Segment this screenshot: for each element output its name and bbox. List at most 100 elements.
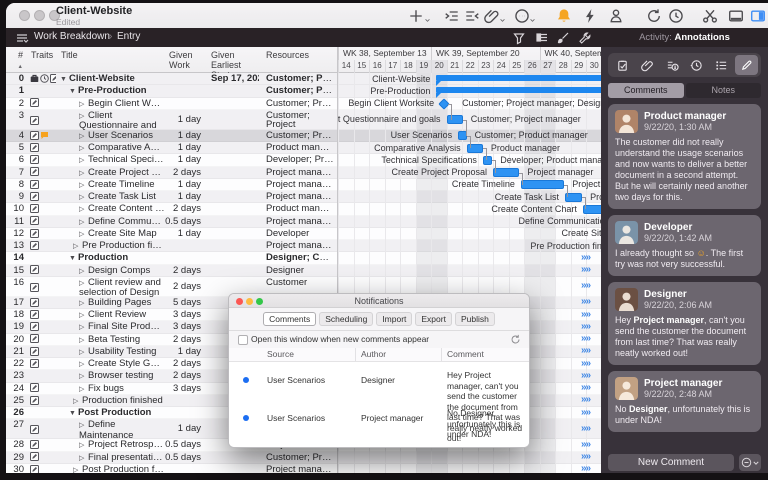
gantt-header: WK 38, September 13WK 39, September 20WK… — [338, 47, 601, 73]
offscreen-bar-marker[interactable]: »» — [581, 321, 590, 332]
given-work: 3 days — [165, 309, 201, 321]
attachments-paperclip-icon[interactable] — [636, 55, 659, 75]
column-header-given-work[interactable]: Given Work — [169, 47, 207, 73]
notif-tab-export[interactable]: Export — [415, 312, 452, 326]
refresh-icon[interactable] — [510, 334, 521, 345]
path-bar: Work Breakdown › Entry Activity: Annotat… — [6, 28, 768, 47]
notif-zoom-button[interactable] — [256, 298, 263, 305]
offscreen-bar-marker[interactable]: »» — [581, 264, 590, 275]
breadcrumb-view[interactable]: Work Breakdown — [34, 31, 110, 42]
notif-tab-publish[interactable]: Publish — [455, 312, 495, 326]
task-bar[interactable] — [521, 180, 564, 189]
outdent-icon[interactable] — [464, 8, 480, 24]
task-title: ▷Building Pages — [79, 297, 165, 310]
day-header: 22 — [462, 60, 478, 73]
tab-notes[interactable]: Notes — [686, 83, 762, 98]
offscreen-bar-marker[interactable]: »» — [581, 394, 590, 405]
chevron-down-icon[interactable] — [498, 12, 507, 28]
new-comment-button[interactable]: New Comment — [608, 454, 734, 471]
notif-column-comment[interactable]: Comment — [447, 349, 484, 359]
settings-wrench-icon[interactable] — [578, 31, 592, 45]
notif-tab-import[interactable]: Import — [376, 312, 412, 326]
offscreen-bar-marker[interactable]: »» — [581, 333, 590, 344]
chevron-down-icon[interactable] — [528, 12, 537, 28]
close-window-button[interactable] — [19, 10, 30, 21]
comment-card[interactable]: Designer9/22/20, 2:06 AMHey Project mana… — [608, 282, 761, 365]
offscreen-bar-marker[interactable]: »» — [581, 280, 590, 291]
task-bar[interactable] — [493, 168, 519, 177]
sync-icon[interactable] — [646, 8, 662, 24]
format-text-icon[interactable] — [535, 31, 549, 45]
offscreen-bar-marker[interactable]: »» — [581, 382, 590, 393]
add-icon[interactable] — [408, 8, 424, 24]
notif-tab-scheduling[interactable]: Scheduling — [319, 312, 373, 326]
comment-card[interactable]: Project manager9/22/20, 2:48 AMNo Design… — [608, 371, 761, 432]
chevron-down-icon[interactable] — [423, 12, 432, 28]
row-number: 22 — [6, 358, 24, 370]
open-on-new-comments-checkbox[interactable] — [238, 335, 248, 345]
budget-doc-icon[interactable] — [661, 55, 684, 75]
fields-list-icon[interactable] — [710, 55, 733, 75]
notif-column-source[interactable]: Source — [267, 349, 294, 359]
conflicts-bolt-icon[interactable] — [582, 8, 598, 24]
expand-arrow[interactable]: ▷ — [79, 421, 88, 431]
resources: Designer — [266, 265, 334, 277]
column-header-given-earliest-start[interactable]: Given Earliest Start — [211, 47, 262, 73]
summary-bar[interactable] — [436, 87, 601, 94]
offscreen-bar-marker[interactable]: »» — [581, 439, 590, 450]
notif-column-author[interactable]: Author — [361, 349, 386, 359]
task-title: ▼Client-Website — [60, 73, 165, 86]
notif-tab-comments[interactable]: Comments — [263, 312, 316, 326]
given-work: 1 day — [165, 142, 201, 154]
history-clock-icon[interactable] — [685, 55, 708, 75]
expand-arrow[interactable]: ▷ — [79, 112, 88, 122]
offscreen-bar-marker[interactable]: »» — [581, 370, 590, 381]
tab-comments[interactable]: Comments — [608, 83, 684, 98]
expand-arrow[interactable]: ▷ — [79, 279, 88, 289]
panel-right-icon[interactable] — [750, 8, 766, 24]
task-title: ▷Project Retrospective — [79, 439, 165, 452]
minimize-window-button[interactable] — [34, 10, 45, 21]
annotations-pencil-icon[interactable] — [735, 55, 758, 75]
approve-clipboard-icon[interactable] — [611, 55, 634, 75]
gantt-row — [338, 265, 601, 277]
row-number: 6 — [6, 154, 24, 166]
history-clock-icon[interactable] — [668, 8, 684, 24]
notif-close-button[interactable] — [236, 298, 243, 305]
style-brush-icon[interactable] — [556, 31, 570, 45]
summary-bar[interactable] — [436, 75, 601, 82]
notif-minimize-button[interactable] — [246, 298, 253, 305]
row-number: 21 — [6, 346, 24, 358]
comment-card[interactable]: Developer9/22/20, 1:42 AMI already thoug… — [608, 215, 761, 276]
offscreen-bar-marker[interactable]: »» — [581, 423, 590, 434]
remove-comment-button[interactable] — [739, 454, 761, 471]
row-traits — [30, 309, 56, 321]
offscreen-bar-marker[interactable]: »» — [581, 309, 590, 320]
offscreen-bar-marker[interactable]: »» — [581, 358, 590, 369]
panel-bottom-icon[interactable] — [728, 8, 744, 24]
task-bar[interactable] — [483, 156, 492, 165]
task-bar[interactable] — [447, 115, 463, 124]
offscreen-bar-marker[interactable]: »» — [581, 296, 590, 307]
notifications-bell-icon[interactable] — [556, 8, 572, 24]
column-header-traits[interactable]: Traits — [31, 47, 57, 73]
column-header-title[interactable]: Title — [61, 47, 165, 73]
offscreen-bar-marker[interactable]: »» — [581, 345, 590, 356]
offscreen-bar-marker[interactable]: »» — [581, 463, 590, 473]
column-header-resources[interactable]: Resources — [266, 47, 337, 73]
given-work: 0.5 days — [165, 216, 201, 228]
indent-icon[interactable] — [444, 8, 460, 24]
expand-arrow[interactable]: ▷ — [73, 465, 82, 473]
column-header-#[interactable]: #▲ — [6, 47, 23, 73]
filter-funnel-icon[interactable] — [512, 31, 526, 45]
window-title: Client-Website — [56, 5, 132, 17]
view-icon[interactable] — [15, 31, 29, 45]
summary-bar-notch — [436, 93, 441, 98]
comment-card[interactable]: Product manager9/22/20, 1:30 AMThe custo… — [608, 104, 761, 209]
offscreen-bar-marker[interactable]: »» — [581, 451, 590, 462]
resources-person-icon[interactable] — [608, 8, 624, 24]
cut-scissors-icon[interactable] — [702, 8, 718, 24]
breadcrumb-mode[interactable]: Entry — [117, 31, 140, 42]
offscreen-bar-marker[interactable]: »» — [581, 252, 590, 263]
offscreen-bar-marker[interactable]: »» — [581, 407, 590, 418]
